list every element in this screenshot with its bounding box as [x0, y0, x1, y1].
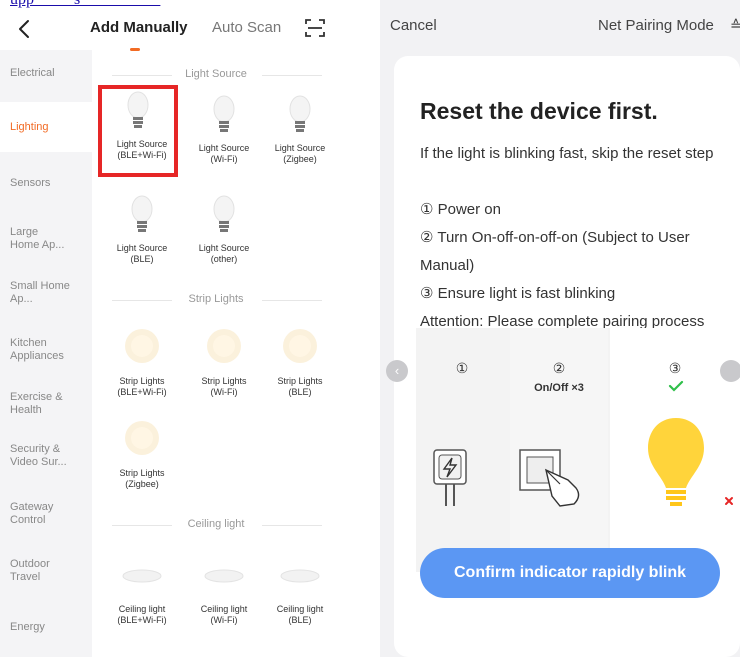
- device-tile-strip-zigbee[interactable]: Strip Lights (Zigbee): [102, 414, 182, 506]
- section-header-light-source: Light Source: [92, 67, 340, 83]
- tab-auto-scan[interactable]: Auto Scan: [212, 19, 281, 36]
- section-header-strip-lights: Strip Lights: [92, 292, 340, 308]
- device-tile-light-source-ble[interactable]: Light Source (BLE): [102, 189, 182, 281]
- strip-light-icon: [125, 329, 159, 363]
- confirm-blink-button[interactable]: Confirm indicator rapidly blink: [420, 548, 720, 598]
- strip-light-icon: [207, 329, 241, 363]
- sidebar-item-large-home-appliances[interactable]: Large Home Ap...: [10, 226, 70, 252]
- bulb-icon: [213, 95, 235, 132]
- device-tile-light-source-wifi[interactable]: Light Source (Wi-Fi): [184, 89, 264, 181]
- category-header: Add Manually Auto Scan: [0, 10, 340, 51]
- instruction-toggle: ② Turn On-off-on-off-on (Subject to User…: [420, 229, 690, 274]
- bulb-icon: [213, 195, 235, 232]
- category-sidebar: Electrical Lighting Sensors Large Home A…: [0, 50, 92, 657]
- sidebar-item-sensors[interactable]: Sensors: [10, 177, 90, 190]
- device-tile-ceiling-ble-wifi[interactable]: Ceiling light (BLE+Wi-Fi): [102, 550, 182, 642]
- strip-light-icon: [283, 329, 317, 363]
- device-tile-strip-wifi[interactable]: Strip Lights (Wi-Fi): [184, 322, 264, 414]
- step-toggle-switch: ② On/Off ×3: [510, 328, 608, 572]
- device-tile-strip-ble-wifi[interactable]: Strip Lights (BLE+Wi-Fi): [102, 322, 182, 414]
- bulb-icon: [127, 91, 149, 128]
- sidebar-item-security-video[interactable]: Security & Video Sur...: [10, 443, 74, 469]
- step-power-on: ①: [416, 328, 508, 572]
- next-arrow-icon[interactable]: [720, 360, 740, 382]
- cropped-link-text: upp_____s__________: [0, 0, 340, 10]
- strip-light-icon: [125, 421, 159, 455]
- back-arrow-icon[interactable]: [12, 16, 38, 42]
- bulb-icon: [289, 95, 311, 132]
- device-tile-ceiling-wifi[interactable]: Ceiling light (Wi-Fi): [184, 550, 264, 642]
- sidebar-item-lighting[interactable]: Lighting: [10, 121, 90, 134]
- ceiling-light-icon: [122, 569, 162, 583]
- card-title: Reset the device first.: [420, 98, 658, 124]
- cancel-button[interactable]: Cancel: [390, 17, 437, 34]
- device-tile-ceiling-ble[interactable]: Ceiling light (BLE): [260, 550, 340, 642]
- power-plug-icon: [433, 449, 467, 506]
- wall-switch-hand-icon: [519, 449, 580, 507]
- close-x-icon: [725, 497, 733, 505]
- section-header-ceiling-light: Ceiling light: [92, 517, 340, 533]
- reset-steps-illustration: ① ② On/Off ×3 ③: [416, 328, 740, 572]
- device-tile-light-source-ble-wifi[interactable]: Light Source (BLE+Wi-Fi): [98, 85, 178, 177]
- mode-toggle-icon[interactable]: ≙: [730, 17, 740, 34]
- check-icon: [668, 380, 684, 392]
- toggle-count-label: On/Off ×3: [534, 382, 584, 394]
- sidebar-item-kitchen-appliances[interactable]: Kitchen Appliances: [10, 337, 70, 363]
- net-pairing-mode-selector[interactable]: Net Pairing Mode: [598, 17, 714, 34]
- instruction-fast-blink: ③ Ensure light is fast blinking: [420, 285, 616, 302]
- sidebar-item-energy[interactable]: Energy: [10, 621, 90, 634]
- previous-arrow-icon[interactable]: ‹: [386, 360, 408, 382]
- sidebar-item-gateway-control[interactable]: Gateway Control: [10, 501, 70, 527]
- instruction-power-on: ① Power on: [420, 201, 501, 218]
- scan-icon[interactable]: [303, 16, 327, 40]
- device-tile-light-source-other[interactable]: Light Source (other): [184, 189, 264, 281]
- device-tile-light-source-zigbee[interactable]: Light Source (Zigbee): [260, 89, 340, 181]
- device-tile-strip-ble[interactable]: Strip Lights (BLE): [260, 322, 340, 414]
- sidebar-item-small-home-appliances[interactable]: Small Home Ap...: [10, 280, 70, 306]
- sidebar-item-outdoor-travel[interactable]: Outdoor Travel: [10, 558, 70, 584]
- tab-add-manually[interactable]: Add Manually: [90, 19, 188, 36]
- ceiling-light-icon: [280, 569, 320, 583]
- device-grid: Light Source Light Source (BLE+Wi-Fi) Lig…: [92, 50, 340, 657]
- lit-bulb-icon: [648, 418, 704, 506]
- bulb-icon: [131, 195, 153, 232]
- instruction-skip-reset: If the light is blinking fast, skip the …: [420, 145, 714, 162]
- sidebar-item-exercise-health[interactable]: Exercise & Health: [10, 391, 70, 417]
- device-category-panel: upp_____s__________ Add Manually Auto Sc…: [0, 0, 340, 657]
- ceiling-light-icon: [204, 569, 244, 583]
- sidebar-item-electrical[interactable]: Electrical: [10, 67, 90, 80]
- pairing-panel: Cancel Net Pairing Mode ≙ Reset the devi…: [380, 0, 740, 657]
